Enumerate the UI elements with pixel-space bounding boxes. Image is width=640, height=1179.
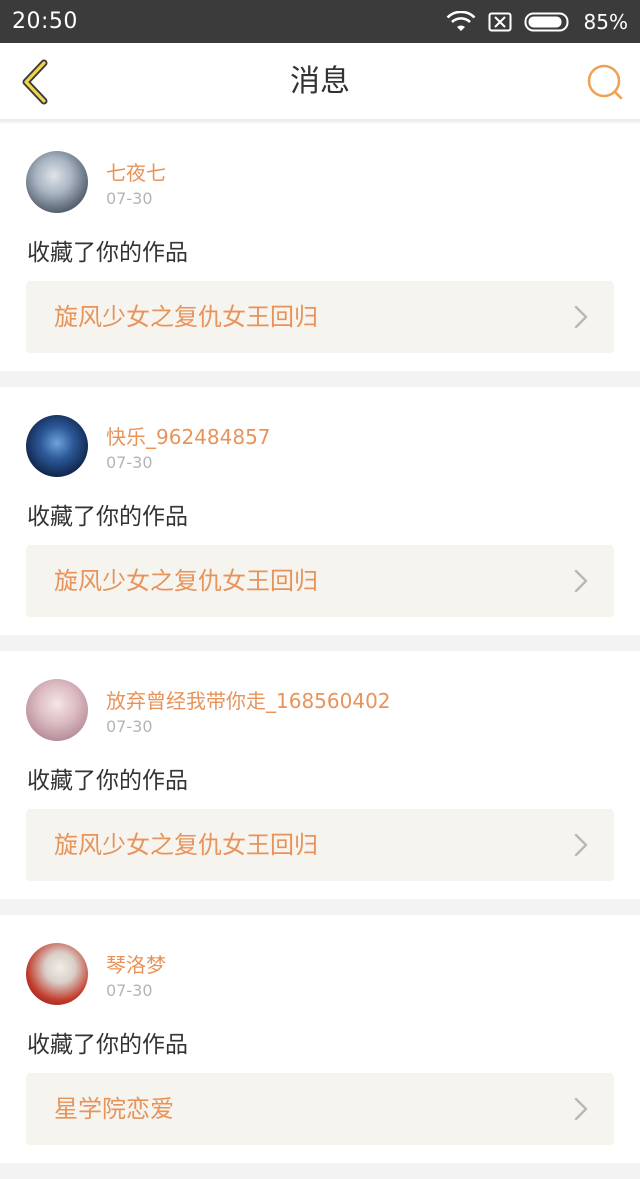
avatar[interactable] bbox=[26, 415, 88, 477]
chevron-right-icon bbox=[574, 1097, 588, 1121]
chevron-right-icon bbox=[574, 305, 588, 329]
chevron-right-icon bbox=[574, 569, 588, 593]
status-bar: 20:50 85% bbox=[0, 0, 640, 43]
message-card: 琴洛梦 07-30 收藏了你的作品 星学院恋爱 bbox=[0, 915, 640, 1163]
work-title: 旋风少女之复仇女王回归 bbox=[54, 567, 318, 595]
message-date: 07-30 bbox=[106, 189, 153, 208]
work-title: 星学院恋爱 bbox=[54, 1095, 174, 1123]
username[interactable]: 七夜七 bbox=[106, 157, 166, 186]
battery-percent: 85% bbox=[583, 9, 628, 34]
work-link[interactable]: 旋风少女之复仇女王回归 bbox=[26, 281, 614, 353]
chevron-right-icon bbox=[574, 833, 588, 857]
message-action: 收藏了你的作品 bbox=[27, 504, 188, 530]
message-action: 收藏了你的作品 bbox=[27, 240, 188, 266]
wifi-icon bbox=[446, 10, 475, 31]
username[interactable]: 琴洛梦 bbox=[106, 949, 166, 978]
no-sim-icon bbox=[488, 12, 512, 31]
status-time: 20:50 bbox=[12, 9, 78, 34]
message-action: 收藏了你的作品 bbox=[27, 1032, 188, 1058]
avatar[interactable] bbox=[26, 151, 88, 213]
message-date: 07-30 bbox=[106, 453, 153, 472]
message-date: 07-30 bbox=[106, 981, 153, 1000]
work-title: 旋风少女之复仇女王回归 bbox=[54, 831, 318, 859]
page-title: 消息 bbox=[290, 64, 350, 99]
message-action: 收藏了你的作品 bbox=[27, 768, 188, 794]
avatar[interactable] bbox=[26, 943, 88, 1005]
work-link[interactable]: 旋风少女之复仇女王回归 bbox=[26, 545, 614, 617]
message-card: 七夜七 07-30 收藏了你的作品 旋风少女之复仇女王回归 bbox=[0, 123, 640, 371]
message-list: 七夜七 07-30 收藏了你的作品 旋风少女之复仇女王回归 快乐_9624848… bbox=[0, 123, 640, 1179]
message-card: 放弃曾经我带你走_168560402 07-30 收藏了你的作品 旋风少女之复仇… bbox=[0, 651, 640, 899]
username[interactable]: 放弃曾经我带你走_168560402 bbox=[106, 685, 391, 714]
username[interactable]: 快乐_962484857 bbox=[106, 421, 271, 450]
avatar[interactable] bbox=[26, 679, 88, 741]
message-date: 07-30 bbox=[106, 717, 153, 736]
work-link[interactable]: 旋风少女之复仇女王回归 bbox=[26, 809, 614, 881]
nav-bar: 消息 bbox=[0, 43, 640, 121]
message-card: 快乐_962484857 07-30 收藏了你的作品 旋风少女之复仇女王回归 bbox=[0, 387, 640, 635]
work-link[interactable]: 星学院恋爱 bbox=[26, 1073, 614, 1145]
status-icons: 85% bbox=[446, 10, 628, 34]
battery-icon bbox=[524, 12, 569, 31]
work-title: 旋风少女之复仇女王回归 bbox=[54, 303, 318, 331]
search-icon[interactable] bbox=[586, 63, 624, 101]
